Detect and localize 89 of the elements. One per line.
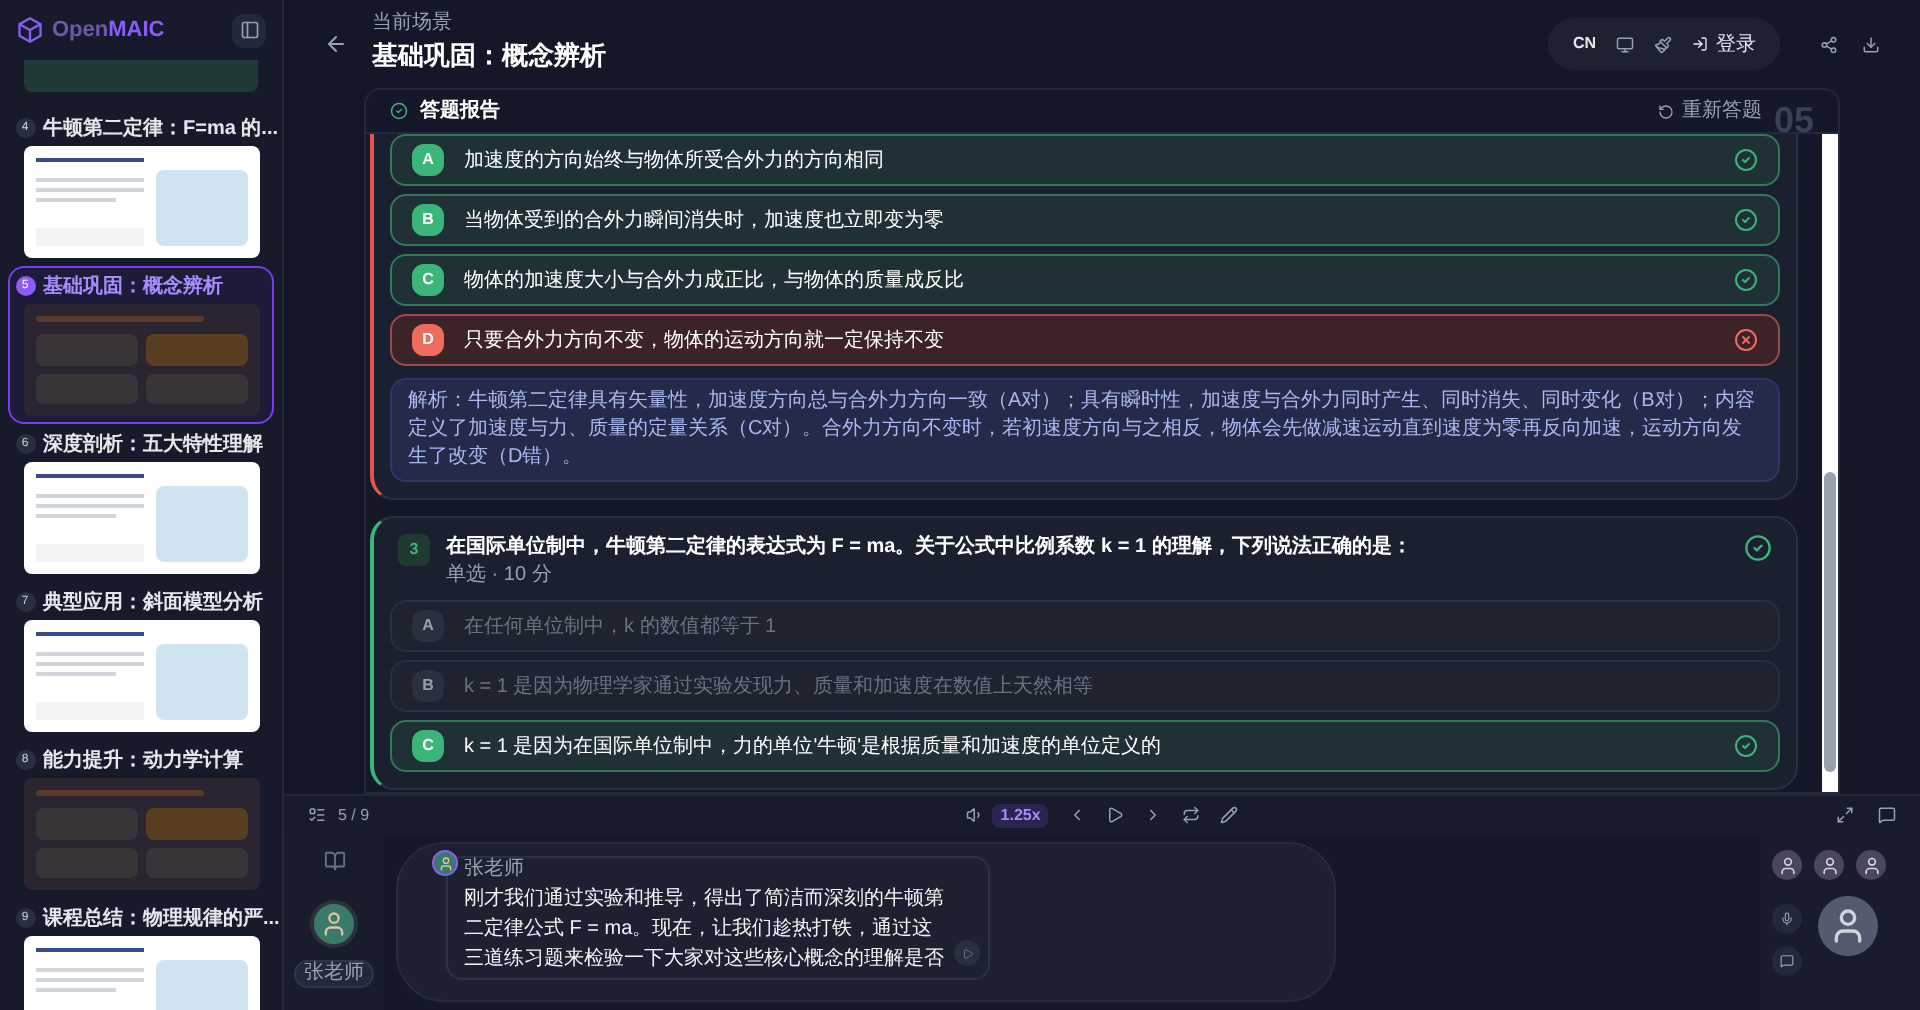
option-letter: C <box>412 730 444 762</box>
check-icon <box>1744 534 1772 562</box>
answer-option[interactable]: B k = 1 是因为物理学家通过实验发现力、质量和加速度在数值上天然相等 <box>390 660 1780 712</box>
quiz-thumbnail[interactable] <box>23 778 259 890</box>
option-text: 加速度的方向始终与物体所受合外力的方向相同 <box>464 147 886 175</box>
check-icon <box>390 102 408 120</box>
download-icon[interactable] <box>1862 35 1880 53</box>
brush-icon[interactable] <box>1654 35 1672 53</box>
scene-title: 牛顿第二定律：F=ma 的... <box>43 114 279 143</box>
person-icon <box>1819 855 1839 875</box>
option-text: k = 1 是因为物理学家通过实验发现力、质量和加速度在数值上天然相等 <box>464 673 1096 701</box>
option-text: 只要合外力方向不变，物体的运动方向就一定保持不变 <box>464 327 946 355</box>
retry-button[interactable]: 重新答题 <box>1657 96 1762 126</box>
scene-title: 基础巩固：概念辨析 <box>43 273 223 301</box>
book-icon[interactable] <box>323 850 345 872</box>
option-text: 物体的加速度大小与合外力成正比，与物体的质量成反比 <box>464 267 966 295</box>
answer-option[interactable]: B 当物体受到的合外力瞬间消失时，加速度也立即变为零 <box>390 194 1780 246</box>
report-title: 答题报告 <box>420 97 500 126</box>
play-icon <box>961 947 973 959</box>
student-avatar[interactable] <box>1814 850 1844 880</box>
answer-option[interactable]: C 物体的加速度大小与合外力成正比，与物体的质量成反比 <box>390 254 1780 306</box>
option-letter: B <box>412 204 444 236</box>
login-icon <box>1692 36 1708 52</box>
chat-button[interactable] <box>1772 946 1802 976</box>
person-icon <box>320 910 348 938</box>
sidebar-toggle-button[interactable] <box>232 13 266 47</box>
panel-icon <box>239 20 259 40</box>
scene-thumbnail[interactable] <box>24 60 258 92</box>
repeat-icon[interactable] <box>1182 806 1201 824</box>
option-letter: B <box>412 670 444 702</box>
cube-logo-icon <box>16 16 44 44</box>
option-letter: A <box>412 144 444 176</box>
message-text: 刚才我们通过实验和推导，得出了简洁而深刻的牛顿第二定律公式 F = ma。现在，让我们趁热打铁，通过这三道练习题来检验一下大家对这些核心概念的理解是否 <box>464 885 946 974</box>
slide-thumbnail[interactable] <box>23 620 259 732</box>
chat-icon[interactable] <box>1878 806 1896 824</box>
answer-option[interactable]: A 在任何单位制中，k 的数值都等于 1 <box>390 600 1780 652</box>
explanation-box: 解析：牛顿第二定律具有矢量性，加速度方向总与合外力方向一致（A对）；具有瞬时性，加速度与合外力同时产生、同时消失、同时变化（B对）；内容定义了加速度与力、质量的定量关系（C对）。合外力方向不变时，若初速度方向与之相反，物体会先做减速运动直到速度为零再反向加速，运动方向发生了改变（D错）。 <box>390 378 1780 482</box>
speaker-name: 张老师 <box>464 858 524 882</box>
question-meta: 单选 · 10 分 <box>446 562 554 588</box>
login-button[interactable]: 登录 <box>1692 29 1756 59</box>
rotate-icon <box>1657 103 1674 119</box>
option-letter: A <box>412 610 444 642</box>
person-icon <box>1777 855 1797 875</box>
cross-icon <box>1734 328 1758 352</box>
student-avatar[interactable] <box>1772 850 1802 880</box>
scene-title: 典型应用：斜面模型分析 <box>43 588 263 617</box>
scene-list-icon[interactable] <box>308 806 326 824</box>
monitor-icon[interactable] <box>1616 35 1634 53</box>
app-logo: OpenMAIC <box>52 15 165 46</box>
scene-title: 深度剖析：五大特性理解 <box>43 430 263 459</box>
scene-label: 当前场景 <box>372 12 454 37</box>
back-arrow-icon[interactable] <box>324 32 348 56</box>
scene-title: 能力提升：动力学计算 <box>43 747 243 775</box>
page-title: 基础巩固：概念辨析 <box>372 38 606 75</box>
language-button[interactable]: CN <box>1572 32 1596 56</box>
answer-option[interactable]: A 加速度的方向始终与物体所受合外力的方向相同 <box>390 134 1780 186</box>
play-button[interactable] <box>954 940 980 966</box>
chat-icon <box>1780 954 1794 968</box>
quiz-thumbnail[interactable] <box>23 304 259 416</box>
person-icon <box>1861 855 1881 875</box>
slide-thumbnail[interactable] <box>23 146 259 258</box>
volume-icon[interactable] <box>966 806 985 824</box>
scene-title: 课程总结：物理规律的严... <box>43 905 280 933</box>
option-text: 当物体受到的合外力瞬间消失时，加速度也立即变为零 <box>464 207 946 235</box>
microphone-icon <box>1780 912 1794 926</box>
play-icon[interactable] <box>1106 806 1125 824</box>
question-text: 在国际单位制中，牛顿第二定律的表达式为 F = ma。关于公式中比例系数 k = 1 的理解，下列说法正确的是： <box>446 534 1414 562</box>
speed-button[interactable]: 1.25x <box>992 803 1049 827</box>
share-icon[interactable] <box>1820 35 1838 53</box>
option-text: k = 1 是因为在国际单位制中，力的单位'牛顿'是根据质量和加速度的单位定义的 <box>464 733 1164 761</box>
pen-icon[interactable] <box>1220 806 1239 824</box>
option-letter: D <box>412 324 444 356</box>
answer-option[interactable]: D 只要合外力方向不变，物体的运动方向就一定保持不变 <box>390 314 1780 366</box>
option-letter: C <box>412 264 444 296</box>
teacher-name: 张老师 <box>294 960 374 988</box>
person-icon <box>437 855 453 871</box>
slide-thumbnail[interactable] <box>23 462 259 574</box>
page-counter: 5 / 9 <box>338 803 370 827</box>
fullscreen-icon[interactable] <box>1836 806 1854 824</box>
scrollbar[interactable] <box>1822 134 1838 792</box>
microphone-button[interactable] <box>1772 904 1802 934</box>
check-icon <box>1734 268 1758 292</box>
answer-option[interactable]: C k = 1 是因为在国际单位制中，力的单位'牛顿'是根据质量和加速度的单位定义的 <box>390 720 1780 772</box>
option-text: 在任何单位制中，k 的数值都等于 1 <box>464 613 779 641</box>
check-icon <box>1734 734 1758 758</box>
question-number: 3 <box>398 534 430 566</box>
student-avatar[interactable] <box>1856 850 1886 880</box>
check-icon <box>1734 148 1758 172</box>
check-icon <box>1734 208 1758 232</box>
